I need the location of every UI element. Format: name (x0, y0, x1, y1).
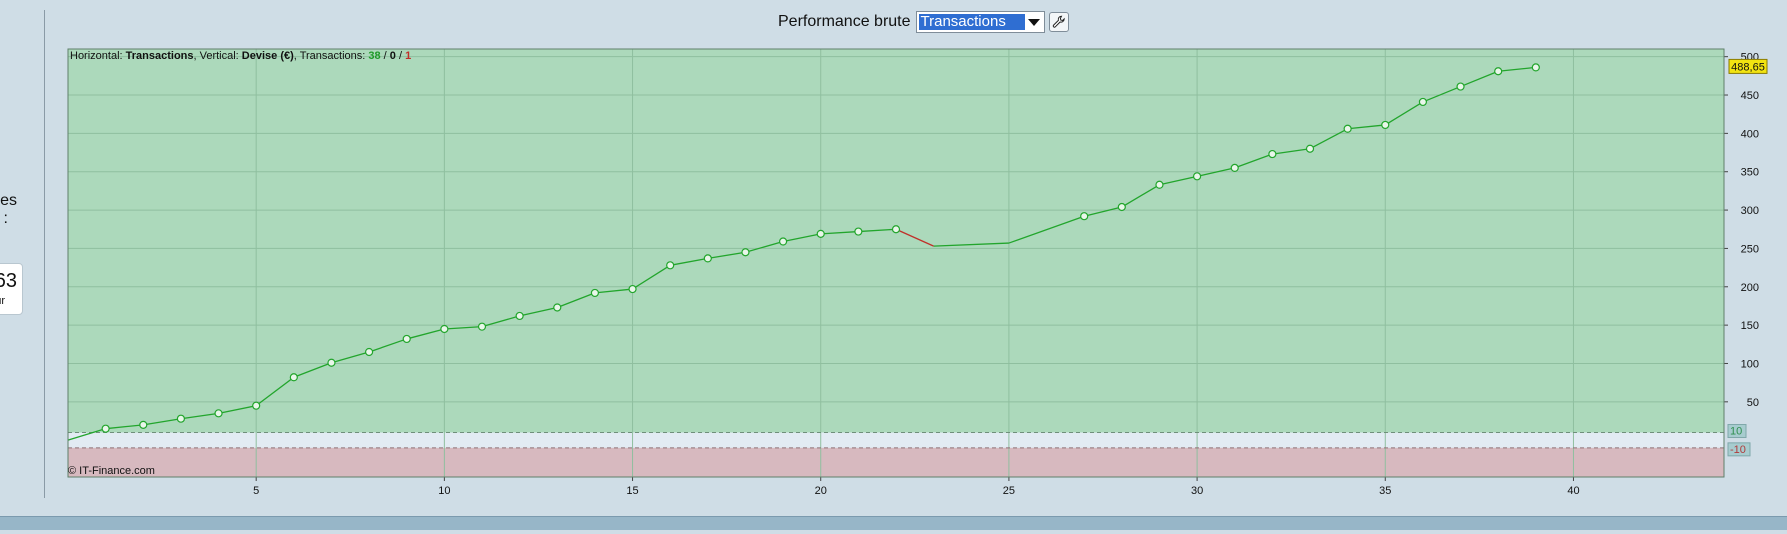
data-point (854, 227, 863, 236)
y-tick-label: 250 (1741, 243, 1759, 255)
data-point (666, 261, 675, 270)
data-point (1268, 149, 1277, 159)
y-tick-label: 350 (1741, 167, 1759, 179)
data-point (139, 420, 148, 429)
data-point (778, 237, 788, 246)
profit-zone (68, 49, 1724, 433)
data-point (477, 322, 487, 331)
data-point (327, 358, 336, 367)
data-point (553, 303, 562, 312)
x-tick-label: 15 (626, 485, 638, 497)
y-tick-label: 150 (1741, 320, 1759, 332)
data-point (703, 254, 712, 263)
y-tick-label: 100 (1741, 358, 1759, 370)
band-upper-label: 10 (1730, 426, 1742, 438)
info-vertical-value: Devise (€) (242, 50, 294, 62)
data-point (1418, 97, 1428, 107)
data-point (628, 284, 637, 294)
last-value-label: 488,65 (1731, 61, 1765, 73)
data-point (402, 334, 411, 344)
equity-chart-svg: 10-10 501001502002503003504004505005 10 15… (67, 48, 1768, 497)
neutral-band (68, 432, 1724, 448)
data-point (214, 409, 223, 418)
x-tick-label: 40 (1567, 485, 1579, 497)
data-point (1343, 124, 1352, 133)
info-transactions-loss: 1 (405, 50, 411, 62)
data-point (1305, 144, 1315, 153)
bottom-bar (0, 516, 1787, 530)
y-tick-label: 450 (1741, 90, 1759, 102)
y-tick-label: 50 (1747, 397, 1759, 409)
y-tick-label: 300 (1741, 205, 1759, 217)
data-point (741, 248, 750, 257)
data-point (1531, 63, 1540, 72)
data-point (1117, 202, 1126, 212)
band-lower-label: -10 (1730, 444, 1746, 456)
chart-info-text: Horizontal: Transactions, Vertical: Devi… (70, 50, 411, 62)
x-tick-label: 10 (438, 485, 450, 497)
equity-chart: 10 -10 50 100 150 200 250 300 350 400 450 500 5 10 15… (0, 0, 1787, 529)
data-point (364, 347, 374, 357)
data-point (891, 225, 901, 234)
data-point (252, 401, 261, 410)
data-point (1230, 163, 1239, 172)
data-point (176, 414, 186, 423)
info-horizontal-label: Horizontal: (70, 50, 126, 62)
data-point (816, 229, 825, 238)
y-tick-label: 400 (1741, 128, 1759, 140)
info-transactions-label: , Transactions: (294, 50, 369, 62)
data-point (101, 424, 110, 433)
x-tick-label: 5 (253, 485, 259, 497)
data-point (1080, 212, 1089, 221)
x-tick-label: 25 (1003, 485, 1015, 497)
x-tick-label: 30 (1191, 485, 1203, 497)
data-point (289, 373, 298, 382)
loss-zone (68, 447, 1724, 477)
x-tick-label: 35 (1379, 485, 1391, 497)
y-tick-label: 200 (1741, 282, 1759, 294)
data-point (590, 288, 600, 298)
data-point (1456, 82, 1465, 91)
data-point (1155, 180, 1164, 189)
data-point (1381, 120, 1390, 130)
info-horizontal-value: Transactions (126, 50, 194, 62)
info-separator: / (396, 50, 405, 62)
info-separator: / (381, 50, 390, 62)
info-transactions-win: 38 (368, 50, 380, 62)
data-point (1494, 67, 1503, 76)
data-point (440, 324, 449, 334)
copyright-text: © IT-Finance.com (68, 465, 155, 477)
data-point (1192, 172, 1202, 181)
x-tick-label: 20 (815, 485, 827, 497)
data-point (515, 311, 524, 321)
info-vertical-label: , Vertical: (194, 50, 242, 62)
